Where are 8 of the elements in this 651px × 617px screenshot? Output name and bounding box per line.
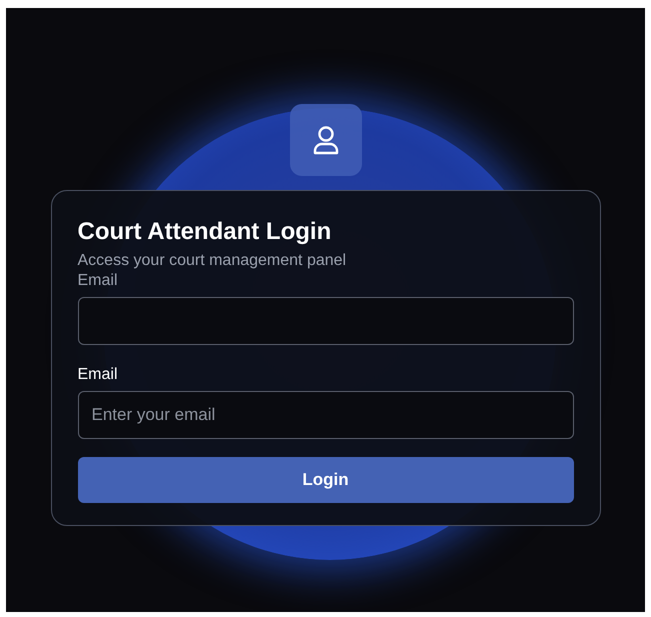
email-input-field[interactable]: Enter your email [78, 391, 574, 439]
field-label: Email [78, 271, 119, 291]
login-button[interactable]: Login [78, 457, 574, 503]
card-subtitle: Access your court management panel [78, 251, 348, 271]
field-label: Email [78, 365, 119, 385]
card-title: Court Attendant Login [78, 217, 332, 247]
user-icon [312, 125, 340, 155]
email-input-field[interactable] [78, 297, 574, 345]
